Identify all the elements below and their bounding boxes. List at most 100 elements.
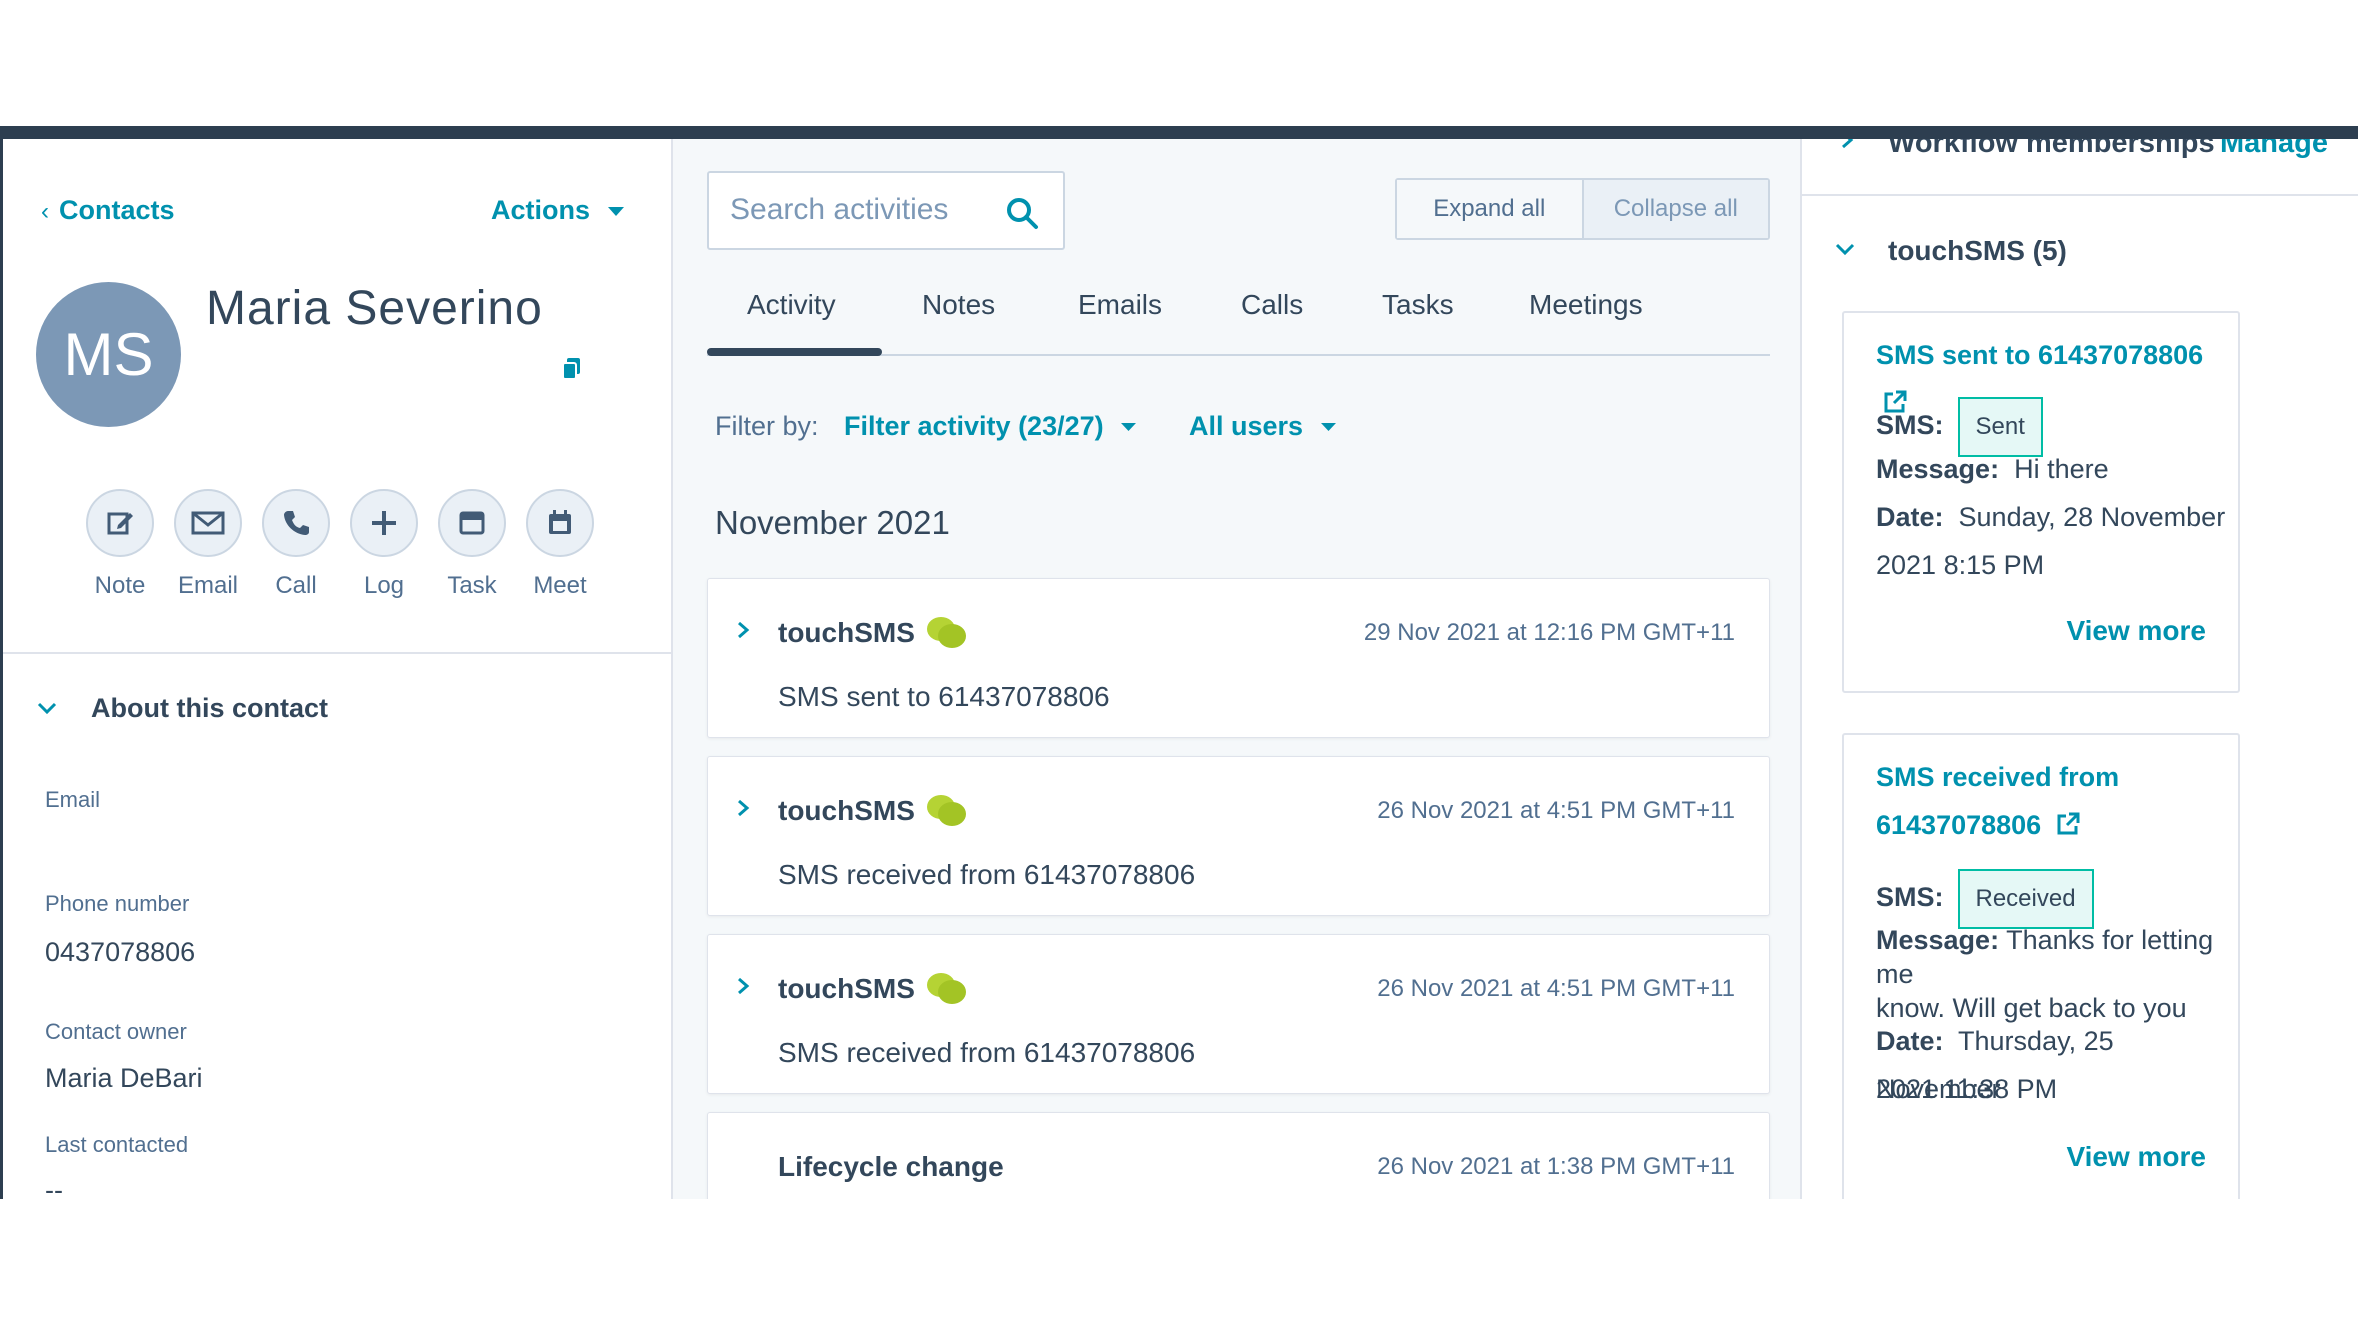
sms-card-title-continued[interactable]: 61437078806: [1876, 801, 2081, 849]
active-tab-indicator: [707, 348, 882, 356]
edit-icon: [107, 512, 133, 535]
log-label: Log: [363, 572, 405, 599]
property-label-last-contacted: Last contacted: [45, 1132, 189, 1157]
activity-body: SMS received from 61437078806: [778, 859, 1196, 890]
sms-message-row: Message: Thanks for letting me know. Wil…: [1876, 925, 2214, 1023]
activity-date: 29 Nov 2021 at 12:16 PM GMT+11: [1363, 619, 1735, 646]
email-button[interactable]: [174, 489, 242, 557]
top-navigation-bar: [0, 126, 2358, 139]
search-placeholder: Search activities: [730, 193, 949, 226]
activity-body: SMS sent to 61437078806: [778, 681, 1110, 712]
plus-icon: [372, 511, 396, 535]
workflow-memberships-header[interactable]: Workflow memberships: [1888, 139, 2215, 160]
task-button[interactable]: [438, 489, 506, 557]
task-label: Task: [447, 572, 497, 599]
property-value-phone[interactable]: 0437078806: [45, 937, 195, 968]
all-users-dropdown[interactable]: All users: [1189, 411, 1336, 442]
tab-emails[interactable]: Emails: [1078, 289, 1162, 321]
tab-activity[interactable]: Activity: [747, 289, 836, 321]
activity-title: touchSMS: [778, 617, 915, 648]
back-to-contacts-link[interactable]: ‹ Contacts: [41, 195, 175, 226]
activity-card[interactable]: Lifecycle change 26 Nov 2021 at 1:38 PM …: [707, 1112, 1770, 1199]
activity-card[interactable]: touchSMS 26 Nov 2021 at 4:51 PM GMT+11 S…: [707, 934, 1770, 1094]
chat-bubbles-icon: [927, 795, 966, 826]
chevron-down-icon[interactable]: [36, 697, 58, 719]
divider: [1802, 194, 2358, 196]
external-link-icon: [2057, 812, 2080, 835]
right-sidebar: Workflow memberships Manage touchSMS (5)…: [1802, 139, 2358, 1199]
expand-collapse-group: Expand all Collapse all: [1395, 178, 1770, 240]
search-icon[interactable]: [1005, 196, 1039, 230]
note-button[interactable]: [86, 489, 154, 557]
activity-date: 26 Nov 2021 at 1:38 PM GMT+11: [1377, 1153, 1735, 1180]
activity-title: touchSMS: [778, 795, 915, 826]
chevron-right-icon[interactable]: [734, 799, 752, 817]
log-button[interactable]: [350, 489, 418, 557]
search-input[interactable]: Search activities: [707, 171, 1065, 250]
touchsms-section-header[interactable]: touchSMS (5): [1888, 235, 2067, 267]
chevron-right-icon[interactable]: [734, 621, 752, 639]
divider: [3, 652, 673, 654]
sms-date-row-continued: 2021 11:38 PM: [1876, 1074, 2058, 1104]
phone-icon: [284, 511, 309, 535]
tab-calls[interactable]: Calls: [1241, 289, 1303, 321]
sms-card: SMS received from 61437078806 SMS: Receiv…: [1842, 733, 2240, 1199]
month-heading: November 2021: [715, 504, 950, 541]
view-more-link[interactable]: View more: [2066, 615, 2206, 647]
caret-down-icon: [1320, 423, 1336, 432]
chat-bubbles-icon: [927, 617, 966, 648]
status-badge: Received: [1957, 869, 2094, 929]
manage-link[interactable]: Manage: [2220, 139, 2328, 160]
sms-status-row: SMS: Received: [1876, 869, 2094, 929]
caret-down-icon: [607, 206, 624, 216]
meet-label: Meet: [533, 572, 587, 599]
collapse-all-button[interactable]: Collapse all: [1583, 180, 1768, 238]
contact-name[interactable]: Maria Severino: [206, 281, 543, 336]
sms-message-row: Message: Hi there: [1876, 454, 2109, 484]
expand-all-button[interactable]: Expand all: [1397, 180, 1584, 238]
task-icon: [459, 511, 485, 535]
property-label-owner: Contact owner: [45, 1019, 187, 1044]
activity-date: 26 Nov 2021 at 4:51 PM GMT+11: [1377, 797, 1735, 824]
envelope-icon: [191, 511, 225, 535]
activity-card[interactable]: touchSMS 29 Nov 2021 at 12:16 PM GMT+11 …: [707, 578, 1770, 738]
view-more-link[interactable]: View more: [2066, 1141, 2206, 1173]
sms-date-row-continued: 2021 8:15 PM: [1876, 550, 2045, 580]
actions-dropdown[interactable]: Actions: [491, 195, 624, 226]
chevron-down-icon[interactable]: [1834, 238, 1856, 260]
chevron-right-icon[interactable]: [734, 977, 752, 995]
activity-title: Lifecycle change: [778, 1151, 1004, 1182]
property-value-last-contacted: --: [45, 1175, 63, 1199]
property-value-owner[interactable]: Maria DeBari: [45, 1063, 203, 1094]
meet-button[interactable]: [526, 489, 594, 557]
property-label-phone: Phone number: [45, 891, 190, 916]
call-label: Call: [275, 572, 317, 599]
tab-notes[interactable]: Notes: [922, 289, 995, 321]
contact-record-page: ‹ Contacts Actions MS Maria Severino Not…: [0, 139, 2358, 1199]
chat-bubbles-icon: [927, 973, 966, 1004]
activity-date: 26 Nov 2021 at 4:51 PM GMT+11: [1377, 975, 1735, 1002]
sms-card-title[interactable]: SMS received from: [1876, 753, 2119, 801]
caret-down-icon: [1121, 423, 1137, 432]
filter-by-label: Filter by:: [715, 411, 819, 441]
tab-meetings[interactable]: Meetings: [1529, 289, 1643, 321]
sms-card: SMS sent to 61437078806 SMS: Sent Message…: [1842, 311, 2240, 693]
contact-sidebar: ‹ Contacts Actions MS Maria Severino Not…: [0, 139, 673, 1199]
activity-body: SMS received from 61437078806: [778, 1037, 1196, 1068]
chevron-right-icon[interactable]: [1838, 139, 1856, 149]
calendar-icon: [549, 510, 571, 534]
email-label: Email: [177, 572, 238, 599]
sms-date-row: Date: Sunday, 28 November: [1876, 502, 2226, 532]
property-label-email: Email: [45, 787, 101, 812]
avatar: MS: [36, 282, 181, 427]
activity-timeline: Search activities Expand all Collapse al…: [671, 139, 1802, 1199]
chevron-left-icon: ‹: [41, 198, 49, 225]
activity-title: touchSMS: [778, 973, 915, 1004]
note-label: Note: [94, 572, 146, 599]
copy-icon[interactable]: [563, 358, 581, 380]
call-button[interactable]: [262, 489, 330, 557]
activity-card[interactable]: touchSMS 26 Nov 2021 at 4:51 PM GMT+11 S…: [707, 756, 1770, 916]
tab-tasks[interactable]: Tasks: [1382, 289, 1454, 321]
filter-activity-dropdown[interactable]: Filter activity (23/27): [844, 411, 1137, 442]
about-section-header[interactable]: About this contact: [91, 693, 328, 724]
